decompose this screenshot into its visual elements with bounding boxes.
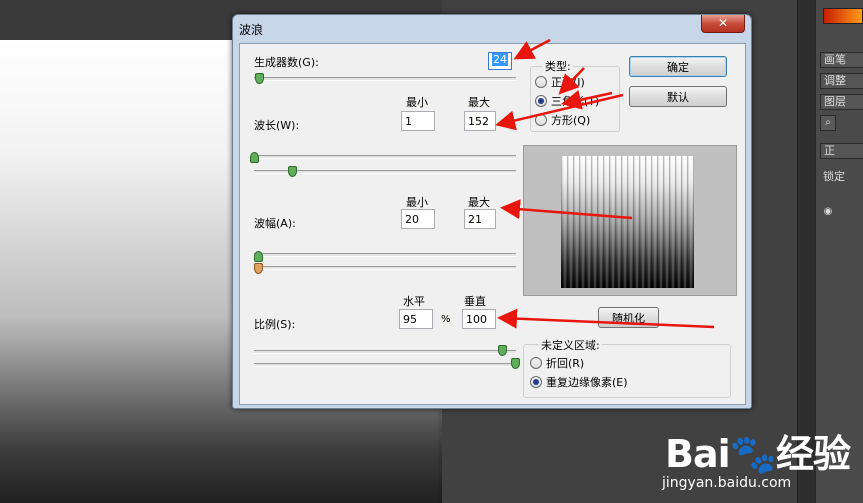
baidu-jingyan-watermark: Bai🐾经验 jingyan.baidu.com bbox=[660, 413, 860, 503]
arrow-wavelength bbox=[495, 93, 624, 131]
watermark-url: jingyan.baidu.com bbox=[662, 475, 792, 491]
arrow-amplitude bbox=[500, 199, 633, 220]
arrow-generators bbox=[513, 38, 551, 60]
arrow-scale bbox=[497, 308, 715, 329]
arrow-type bbox=[558, 67, 585, 95]
watermark-logo: Bai🐾经验 bbox=[665, 432, 851, 476]
